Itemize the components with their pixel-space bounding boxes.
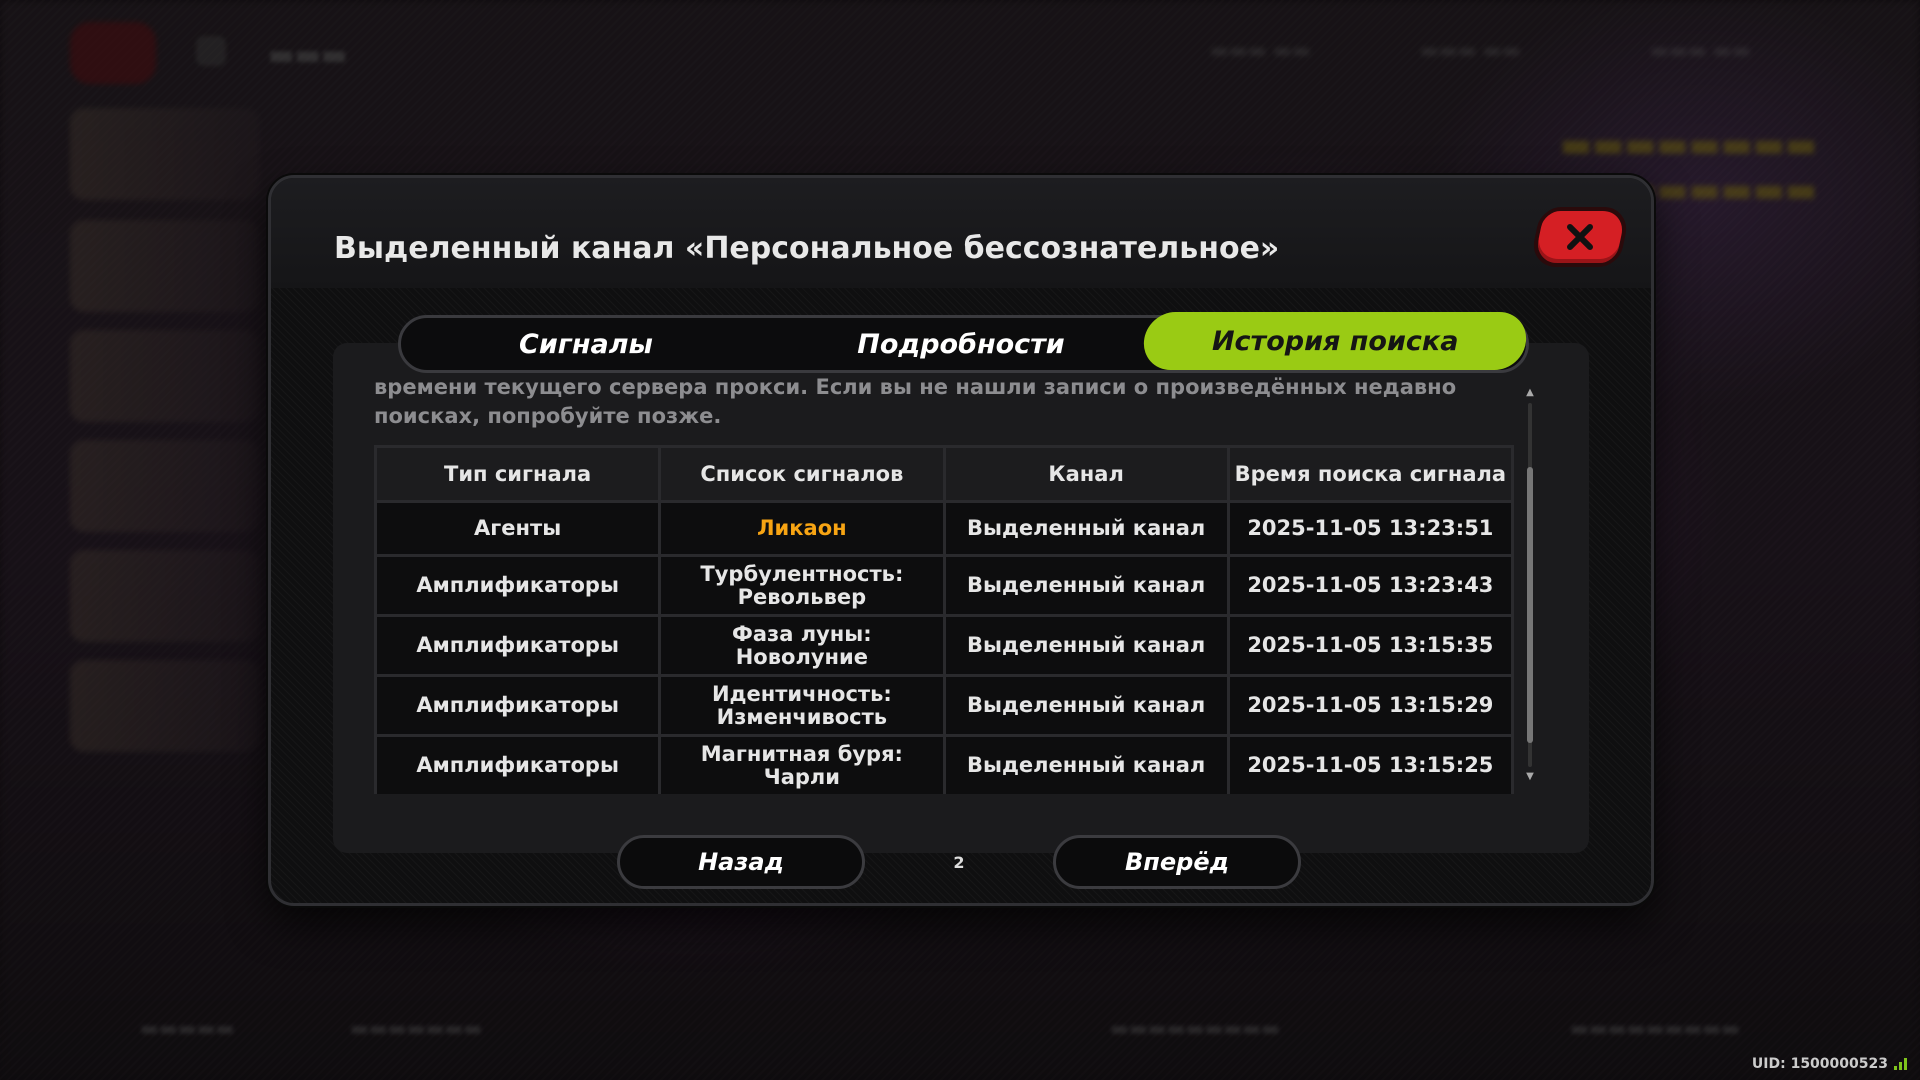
- tab-search-history-label: История поиска: [1211, 325, 1459, 357]
- tab-search-history[interactable]: История поиска: [1141, 312, 1529, 370]
- header-channel: Канал: [945, 448, 1227, 500]
- cell-signal: Турбулентность: Револьвер: [661, 557, 943, 614]
- cell-type: Амплификаторы: [377, 677, 659, 734]
- tab-details[interactable]: Подробности: [771, 318, 1151, 370]
- cell-signal: Ликаон: [661, 503, 943, 554]
- cell-type: Агенты: [377, 503, 659, 554]
- table-row: Агенты Ликаон Выделенный канал 2025-11-0…: [377, 503, 1511, 554]
- cell-type: Амплификаторы: [377, 557, 659, 614]
- cell-channel: Выделенный канал: [945, 617, 1227, 674]
- tab-signals[interactable]: Сигналы: [401, 318, 771, 370]
- cell-channel: Выделенный канал: [945, 677, 1227, 734]
- cell-signal: Фаза луны: Новолуние: [661, 617, 943, 674]
- table-header-row: Тип сигнала Список сигналов Канал Время …: [377, 448, 1511, 500]
- history-scrollbar[interactable]: ▲ ▼: [1521, 385, 1539, 783]
- page-number: 2: [953, 852, 965, 872]
- table-row: Амплификаторы Магнитная буря: Чарли Выде…: [377, 737, 1511, 794]
- scroll-up-arrow-icon[interactable]: ▲: [1523, 385, 1537, 399]
- tab-bar: Сигналы Подробности История поиска: [398, 312, 1529, 373]
- table-row: Амплификаторы Фаза луны: Новолуние Выдел…: [377, 617, 1511, 674]
- cell-time: 2025-11-05 13:15:29: [1229, 677, 1511, 734]
- cell-channel: Выделенный канал: [945, 737, 1227, 794]
- search-history-modal: Выделенный канал «Персональное бессознат…: [268, 175, 1654, 906]
- close-button[interactable]: [1528, 207, 1632, 267]
- close-icon: [1567, 224, 1593, 250]
- cell-time: 2025-11-05 13:23:51: [1229, 503, 1511, 554]
- cell-signal: Идентичность: Изменчивость: [661, 677, 943, 734]
- table-row: Амплификаторы Идентичность: Изменчивость…: [377, 677, 1511, 734]
- cell-channel: Выделенный канал: [945, 503, 1227, 554]
- history-scroll-area[interactable]: времени текущего сервера прокси. Если вы…: [374, 373, 1524, 794]
- cell-signal: Магнитная буря: Чарли: [661, 737, 943, 794]
- header-signal-list: Список сигналов: [661, 448, 943, 500]
- table-row: Амплификаторы Турбулентность: Револьвер …: [377, 557, 1511, 614]
- cell-type: Амплификаторы: [377, 737, 659, 794]
- next-page-button[interactable]: Вперёд: [1053, 835, 1301, 889]
- header-search-time: Время поиска сигнала: [1229, 448, 1511, 500]
- cell-type: Амплификаторы: [377, 617, 659, 674]
- cell-time: 2025-11-05 13:15:35: [1229, 617, 1511, 674]
- network-signal-icon: [1894, 1058, 1907, 1070]
- cell-channel: Выделенный канал: [945, 557, 1227, 614]
- cell-time: 2025-11-05 13:23:43: [1229, 557, 1511, 614]
- history-table: Тип сигнала Список сигналов Канал Время …: [374, 445, 1514, 794]
- prev-page-button[interactable]: Назад: [617, 835, 865, 889]
- history-note: времени текущего сервера прокси. Если вы…: [374, 375, 1457, 428]
- pagination: Назад 2 Вперёд: [617, 835, 1301, 891]
- header-signal-type: Тип сигнала: [377, 448, 659, 500]
- scroll-thumb[interactable]: [1527, 467, 1533, 743]
- modal-title: Выделенный канал «Персональное бессознат…: [334, 231, 1280, 266]
- uid-label: UID: 1500000523: [1751, 1056, 1888, 1072]
- scroll-down-arrow-icon[interactable]: ▼: [1523, 769, 1537, 783]
- cell-time: 2025-11-05 13:15:25: [1229, 737, 1511, 794]
